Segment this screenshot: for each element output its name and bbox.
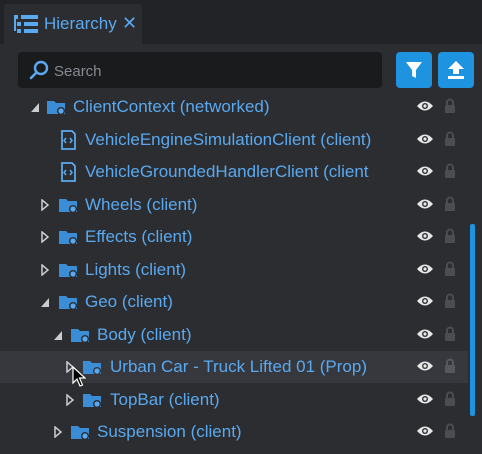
mouse-cursor-icon bbox=[72, 366, 86, 387]
tree-row[interactable]: Lights (client) bbox=[0, 254, 468, 286]
tree-row-label: Lights (client) bbox=[85, 260, 187, 279]
client-folder-icon bbox=[59, 296, 77, 310]
tree-row-label: ClientContext (networked) bbox=[73, 97, 270, 116]
collapsed-arrow-icon[interactable] bbox=[40, 264, 50, 276]
tree-row-label: VehicleEngineSimulationClient (client) bbox=[85, 130, 372, 149]
client-folder-icon bbox=[59, 231, 77, 245]
expanded-arrow-icon[interactable] bbox=[53, 329, 63, 341]
search-box bbox=[18, 52, 382, 90]
vertical-scrollbar[interactable] bbox=[470, 224, 475, 416]
expanded-arrow-icon[interactable] bbox=[30, 101, 40, 113]
search-icon bbox=[29, 60, 49, 80]
lock-icon[interactable] bbox=[444, 423, 456, 439]
hierarchy-list-icon bbox=[14, 15, 38, 33]
client-folder-icon bbox=[59, 199, 77, 213]
visibility-eye-icon[interactable] bbox=[416, 392, 434, 406]
tab-bar: Hierarchy ✕ bbox=[0, 0, 482, 44]
visibility-eye-icon[interactable] bbox=[416, 132, 434, 146]
script-icon bbox=[61, 130, 76, 150]
tree-row[interactable]: Geo (client) bbox=[0, 286, 468, 318]
tree-row[interactable]: Wheels (client) bbox=[0, 189, 468, 221]
visibility-eye-icon[interactable] bbox=[416, 164, 434, 178]
collapsed-arrow-icon[interactable] bbox=[65, 394, 75, 406]
upload-icon bbox=[448, 61, 464, 79]
networked-context-icon bbox=[47, 101, 65, 115]
client-folder-icon bbox=[71, 426, 89, 440]
script-icon bbox=[61, 162, 76, 182]
hierarchy-panel: Hierarchy ✕ ClientContext (networked) bbox=[0, 0, 482, 454]
tree-row-selected[interactable]: Urban Car - Truck Lifted 01 (Prop) bbox=[0, 351, 468, 383]
client-folder-icon bbox=[59, 264, 77, 278]
tree-row-label: Body (client) bbox=[97, 325, 192, 344]
filter-icon bbox=[406, 62, 422, 78]
tree-row-label: Geo (client) bbox=[85, 292, 173, 311]
expanded-arrow-icon[interactable] bbox=[40, 296, 50, 308]
tree-row[interactable]: VehicleGroundedHandlerClient (client) bbox=[0, 156, 468, 188]
lock-icon[interactable] bbox=[444, 391, 456, 407]
tab-hierarchy[interactable]: Hierarchy ✕ bbox=[4, 4, 142, 44]
lock-icon[interactable] bbox=[444, 228, 456, 244]
visibility-eye-icon[interactable] bbox=[416, 262, 434, 276]
collapsed-arrow-icon[interactable] bbox=[53, 426, 63, 438]
collapsed-arrow-icon[interactable] bbox=[40, 199, 50, 211]
visibility-eye-icon[interactable] bbox=[416, 197, 434, 211]
visibility-eye-icon[interactable] bbox=[416, 294, 434, 308]
client-folder-icon bbox=[83, 394, 101, 408]
tab-title: Hierarchy bbox=[44, 14, 117, 33]
tree-row[interactable]: Suspension (client) bbox=[0, 416, 468, 448]
visibility-eye-icon[interactable] bbox=[416, 99, 434, 113]
tree-row[interactable]: ClientContext (networked) bbox=[0, 92, 468, 123]
visibility-eye-icon[interactable] bbox=[416, 424, 434, 438]
tree-row[interactable]: Body (client) bbox=[0, 319, 468, 351]
close-icon[interactable]: ✕ bbox=[122, 13, 137, 33]
search-input[interactable] bbox=[52, 52, 376, 90]
lock-icon[interactable] bbox=[444, 163, 456, 179]
lock-icon[interactable] bbox=[444, 131, 456, 147]
hierarchy-tree: ClientContext (networked) VehicleEngineS… bbox=[0, 92, 468, 454]
tree-row-label: VehicleGroundedHandlerClient (client) bbox=[85, 162, 369, 181]
tree-row[interactable]: TopBar (client) bbox=[0, 384, 468, 416]
tree-row-label: Suspension (client) bbox=[97, 422, 242, 441]
upload-button[interactable] bbox=[438, 52, 474, 88]
visibility-eye-icon[interactable] bbox=[416, 359, 434, 373]
lock-icon[interactable] bbox=[444, 326, 456, 342]
collapsed-arrow-icon[interactable] bbox=[40, 231, 50, 243]
lock-icon[interactable] bbox=[444, 293, 456, 309]
client-folder-icon bbox=[71, 329, 89, 343]
visibility-eye-icon[interactable] bbox=[416, 229, 434, 243]
visibility-eye-icon[interactable] bbox=[416, 327, 434, 341]
lock-icon[interactable] bbox=[444, 196, 456, 212]
lock-icon[interactable] bbox=[444, 261, 456, 277]
lock-icon[interactable] bbox=[444, 98, 456, 114]
tree-row-label: Effects (client) bbox=[85, 227, 193, 246]
filter-button[interactable] bbox=[396, 52, 432, 88]
tree-row-label: Wheels (client) bbox=[85, 195, 198, 214]
tree-row-label: Urban Car - Truck Lifted 01 (Prop) bbox=[110, 357, 367, 376]
lock-icon[interactable] bbox=[444, 358, 456, 374]
tree-row[interactable]: Effects (client) bbox=[0, 221, 468, 253]
tree-row-label: TopBar (client) bbox=[110, 390, 220, 409]
tree-row[interactable]: VehicleEngineSimulationClient (client) bbox=[0, 124, 468, 156]
